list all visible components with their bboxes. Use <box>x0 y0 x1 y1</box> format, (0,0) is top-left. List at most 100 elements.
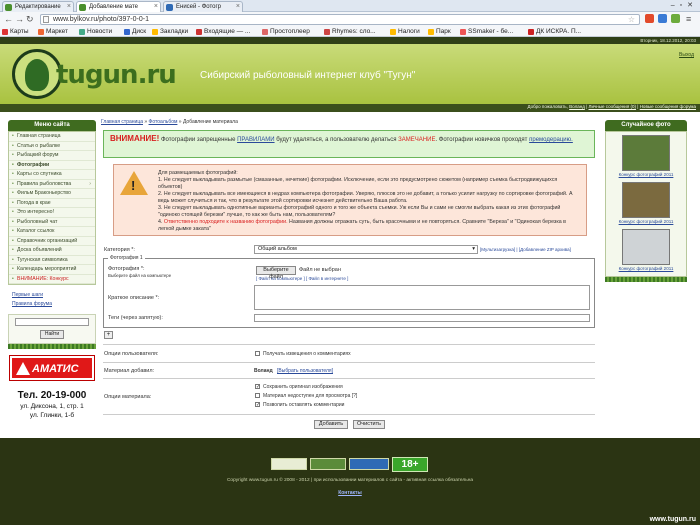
reload-icon[interactable]: ↻ <box>26 14 34 24</box>
description-textarea[interactable] <box>254 285 590 310</box>
photo-contest-link[interactable]: Конкурс фотографий 2011 <box>610 171 682 179</box>
breadcrumb-photos[interactable]: Фотоальбом <box>149 119 178 125</box>
premoderation-link[interactable]: премодерацию. <box>529 137 573 143</box>
notify-checkbox[interactable] <box>255 351 260 356</box>
choose-user-link[interactable]: [Выбрать пользователя] <box>277 368 333 374</box>
bookmark-item[interactable]: Диск <box>124 27 146 36</box>
counter-badge[interactable] <box>349 458 389 470</box>
url-text: www.bylkov.ru/photo/397-0-0-1 <box>53 16 149 23</box>
bookmark-icon <box>262 29 268 35</box>
search-input[interactable] <box>15 318 89 326</box>
photo-contest-link[interactable]: Конкурс фотографий 2011 <box>610 265 682 273</box>
user-bar: Добро пожаловать, Воланд | Личные сообще… <box>527 104 696 109</box>
save-original-checkbox[interactable]: ✓ <box>255 384 260 390</box>
fish-logo-icon[interactable] <box>12 49 62 99</box>
allow-comments-label: Позволить оставлять комментарии <box>263 402 345 408</box>
menu-item[interactable]: Справочник организаций <box>9 237 95 246</box>
tab-add-material[interactable]: Добавление мате × <box>76 1 161 12</box>
random-photo[interactable] <box>622 182 670 218</box>
close-tab-icon[interactable]: × <box>236 2 240 12</box>
bookmark-item[interactable]: Простоплеер <box>262 27 310 36</box>
description-label: Краткое описание *: <box>108 295 160 301</box>
window-controls[interactable]: –▫✕ <box>671 1 698 9</box>
menu-item[interactable]: Это интересно! <box>9 208 95 218</box>
back-icon[interactable]: ← <box>4 14 13 24</box>
bookmark-item[interactable]: SSmaker - бе... <box>460 27 513 36</box>
bookmark-item[interactable]: Парк <box>428 27 451 36</box>
private-messages-link[interactable]: Личные сообщения (0) <box>589 104 637 109</box>
username-link[interactable]: Воланд <box>569 104 585 109</box>
tab-enisey[interactable]: Енисей - Фотогр × <box>163 1 243 12</box>
menu-item[interactable]: Погода в крае <box>9 199 95 208</box>
tab-edit[interactable]: Редактирование × <box>2 1 74 12</box>
bookmark-item[interactable]: Rhymes: сло... <box>324 27 376 36</box>
close-tab-icon[interactable]: × <box>67 2 71 12</box>
counter-badge[interactable] <box>310 458 346 470</box>
counter-badge[interactable] <box>271 458 307 470</box>
bookmark-item[interactable]: Налоги <box>390 27 420 36</box>
tab-favicon-icon <box>79 4 86 11</box>
extension-icon[interactable] <box>671 14 680 23</box>
url-field[interactable]: www.bylkov.ru/photo/397-0-0-1 ☆ <box>40 14 640 25</box>
tab-favicon-icon <box>5 4 12 11</box>
category-select[interactable]: Общий альбом ▾ <box>254 245 478 254</box>
menu-item[interactable]: Календарь мероприятий <box>9 265 95 275</box>
bookmark-item[interactable]: Карты <box>2 27 29 36</box>
author-name: Воланд <box>254 368 273 374</box>
first-steps-link[interactable]: Первые шаги <box>8 291 96 300</box>
menu-item[interactable]: Карты со спутника <box>9 170 95 180</box>
menu-item[interactable]: Доска объявлений <box>9 246 95 256</box>
guidelines-text: Для размещаемых фотографий: 1. Не следуе… <box>158 170 573 232</box>
bookmark-star-icon[interactable]: ☆ <box>628 15 635 24</box>
menu-item[interactable]: Каталог ссылок <box>9 227 95 237</box>
allow-comments-checkbox[interactable]: ✓ <box>255 402 260 408</box>
tags-input[interactable] <box>254 314 590 322</box>
rules-link[interactable]: ПРАВИЛАМИ <box>237 137 274 143</box>
bookmark-item[interactable]: Маркет <box>38 27 68 36</box>
extension-icon[interactable] <box>645 14 654 23</box>
add-photo-button[interactable]: + <box>104 331 113 339</box>
menu-icon[interactable]: ≡ <box>686 14 691 24</box>
forum-rules-link[interactable]: Правила форума <box>8 300 96 309</box>
menu-item[interactable]: Рыбацкий форум <box>9 151 95 161</box>
close-tab-icon[interactable]: × <box>154 2 158 12</box>
random-photo[interactable] <box>622 229 670 265</box>
search-button[interactable]: Найти <box>40 330 64 339</box>
random-photo[interactable] <box>622 135 670 171</box>
date-strip: Вторник, 18.12.2012, 20:03 <box>0 37 700 44</box>
bookmark-item[interactable]: Входящие — ... <box>196 27 250 36</box>
menu-item[interactable]: Рыболовный чат <box>9 218 95 227</box>
hidden-checkbox[interactable] <box>255 393 260 398</box>
amatis-banner[interactable]: АМАТИС <box>10 356 94 380</box>
menu-item[interactable]: Фильм Браконьерство <box>9 189 95 199</box>
menu-item[interactable]: Статьи о рыбалке <box>9 142 95 151</box>
bookmark-item[interactable]: ДК ИСКРА. П... <box>528 27 581 36</box>
forward-icon[interactable]: → <box>15 14 24 24</box>
photo-label: Фотография *: <box>108 266 145 272</box>
menu-item[interactable]: Тугунская символика <box>9 256 95 265</box>
contacts-link[interactable]: Контакты <box>0 490 700 496</box>
forum-messages-link[interactable]: Новые сообщения форума <box>640 104 696 109</box>
user-options-label: Опции пользователя: <box>104 351 159 357</box>
page-icon <box>43 16 49 23</box>
current-date: Вторник, 18.12.2012, 20:03 <box>640 38 696 43</box>
menu-item-photos[interactable]: Фотографии <box>9 161 95 170</box>
site-header: tugun.ru Сибирский рыболовный интернет к… <box>0 44 700 112</box>
menu-item[interactable]: Правила рыболовства› <box>9 180 95 189</box>
logout-link[interactable]: Выход <box>679 52 694 58</box>
menu-item[interactable]: Главная страница <box>9 132 95 142</box>
file-source-links[interactable]: [ Файл на компьютере ] [ Файл в интернет… <box>256 276 348 281</box>
bookmark-item[interactable]: Новости <box>79 27 112 36</box>
breadcrumb-home[interactable]: Главная страница <box>101 119 143 125</box>
bookmark-item[interactable]: Закладки <box>152 27 188 36</box>
choose-file-button[interactable]: Выберите файл <box>256 266 296 280</box>
photo-contest-link[interactable]: Конкурс фотографий 2011 <box>610 218 682 226</box>
submit-button[interactable]: Добавить <box>314 420 348 429</box>
banner-brand: АМАТИС <box>32 363 79 375</box>
extension-icon[interactable] <box>658 14 667 23</box>
menu-item-contest[interactable]: ВНИМАНИЕ: Конкурс <box>9 275 95 284</box>
site-logo[interactable]: tugun.ru <box>56 60 177 90</box>
multiupload-links[interactable]: [Мультизагрузка] | [Добавление ZIP архив… <box>480 247 571 252</box>
clear-button[interactable]: Очистить <box>353 420 385 429</box>
warning-head: ВНИМАНИЕ! <box>110 134 160 143</box>
